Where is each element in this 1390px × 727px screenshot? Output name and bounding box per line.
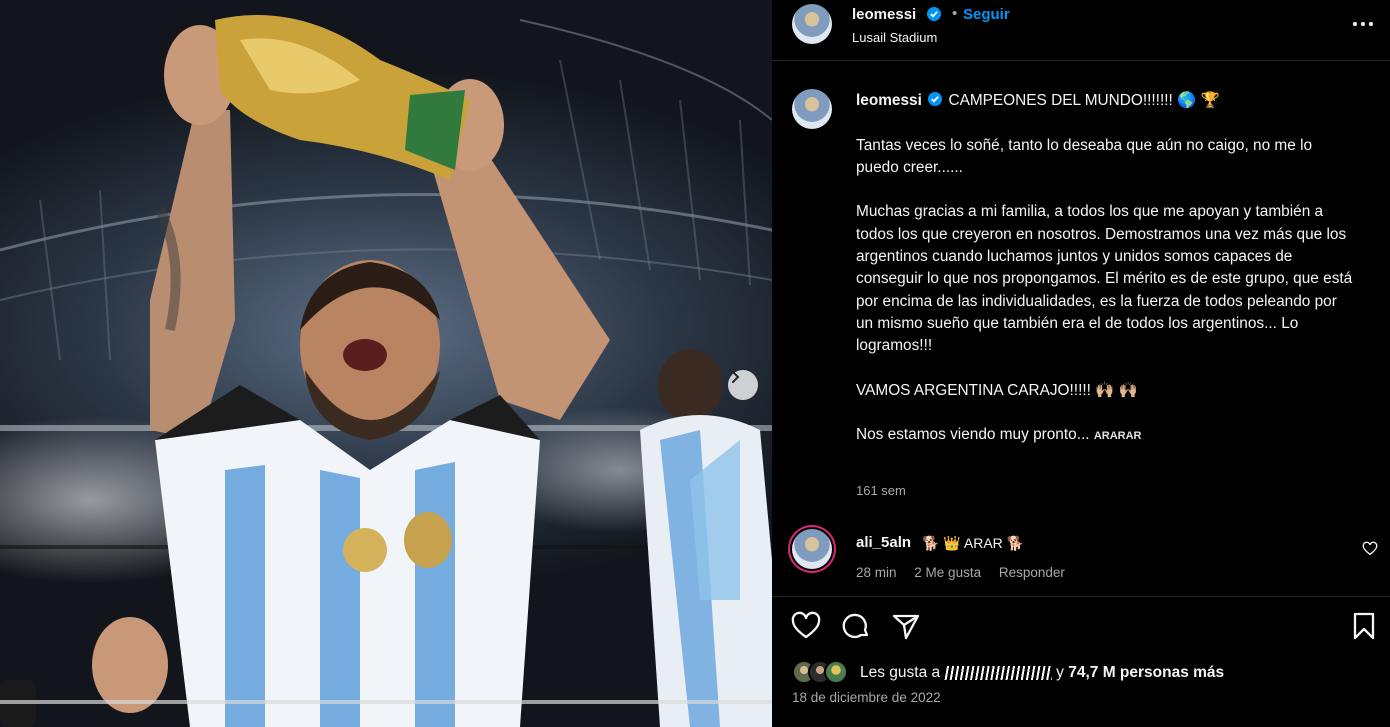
likes-count[interactable]: 74,7 M personas más — [1068, 664, 1224, 681]
liker-avatar — [824, 660, 848, 684]
photo-illustration — [0, 15, 772, 727]
post-date[interactable]: 18 de diciembre de 2022 — [792, 690, 941, 705]
caption-tag: ARARAR — [1093, 430, 1142, 443]
verified-badge-icon — [927, 7, 941, 21]
verified-badge-icon — [928, 92, 943, 106]
header-separator: • — [952, 5, 958, 22]
commenter-avatar[interactable] — [792, 529, 832, 569]
heart-icon[interactable] — [790, 610, 822, 642]
caption-paragraph-3: VAMOS ARGENTINA CARAJO!!!!! 🙌🏼 🙌🏼 — [856, 381, 1138, 399]
heart-small-icon[interactable] — [1362, 541, 1378, 557]
caption-avatar[interactable] — [792, 89, 832, 129]
paper-plane-icon[interactable] — [890, 610, 922, 642]
redacted-username — [944, 665, 1053, 680]
likes-prefix: Les gusta a — [860, 664, 941, 681]
comment-reply-button[interactable]: Responder — [999, 565, 1065, 580]
actions-divider — [772, 596, 1390, 597]
comment-text: 🐕 👑 ARAR 🐕 — [922, 535, 1025, 551]
post-details-panel: leomessi • Seguir Lusail Stadium leomess… — [772, 0, 1390, 727]
chevron-right-icon — [732, 371, 740, 383]
caption-headline: CAMPEONES DEL MUNDO!!!!!!! 🌎 🏆 — [948, 92, 1220, 109]
likes-connector: y — [1056, 664, 1064, 681]
post-photo — [0, 0, 772, 727]
post-caption: leomessi CAMPEONES DEL MUNDO!!!!!!! 🌎 🏆 … — [856, 90, 1356, 448]
caption-paragraph-2: Muchas gracias a mi familia, a todos los… — [856, 203, 1353, 355]
likers-avatars[interactable] — [792, 660, 856, 686]
next-photo-button[interactable] — [728, 370, 758, 400]
caption-timestamp[interactable]: 161 sem — [856, 483, 906, 498]
comment-meta: 28 min 2 Me gusta Responder — [856, 565, 1079, 580]
caption-paragraph-4: Nos estamos viendo muy pronto... — [856, 426, 1090, 444]
caption-username[interactable]: leomessi — [856, 92, 922, 109]
author-avatar[interactable] — [792, 4, 832, 44]
comment-time[interactable]: 28 min — [856, 565, 897, 580]
bookmark-icon[interactable] — [1348, 610, 1380, 642]
more-horizontal-icon[interactable] — [1348, 12, 1378, 36]
header-divider — [772, 60, 1390, 61]
likes-summary[interactable]: Les gusta a y 74,7 M personas más — [860, 664, 1224, 682]
comment-likes[interactable]: 2 Me gusta — [914, 565, 981, 580]
comment-username[interactable]: ali_5aln — [856, 534, 911, 551]
author-username[interactable]: leomessi — [852, 6, 916, 23]
location-link[interactable]: Lusail Stadium — [852, 30, 937, 45]
follow-button[interactable]: Seguir — [963, 6, 1010, 23]
caption-paragraph-1: Tantas veces lo soñé, tanto lo deseaba q… — [856, 136, 1313, 176]
comment-bubble-icon[interactable] — [840, 610, 872, 642]
